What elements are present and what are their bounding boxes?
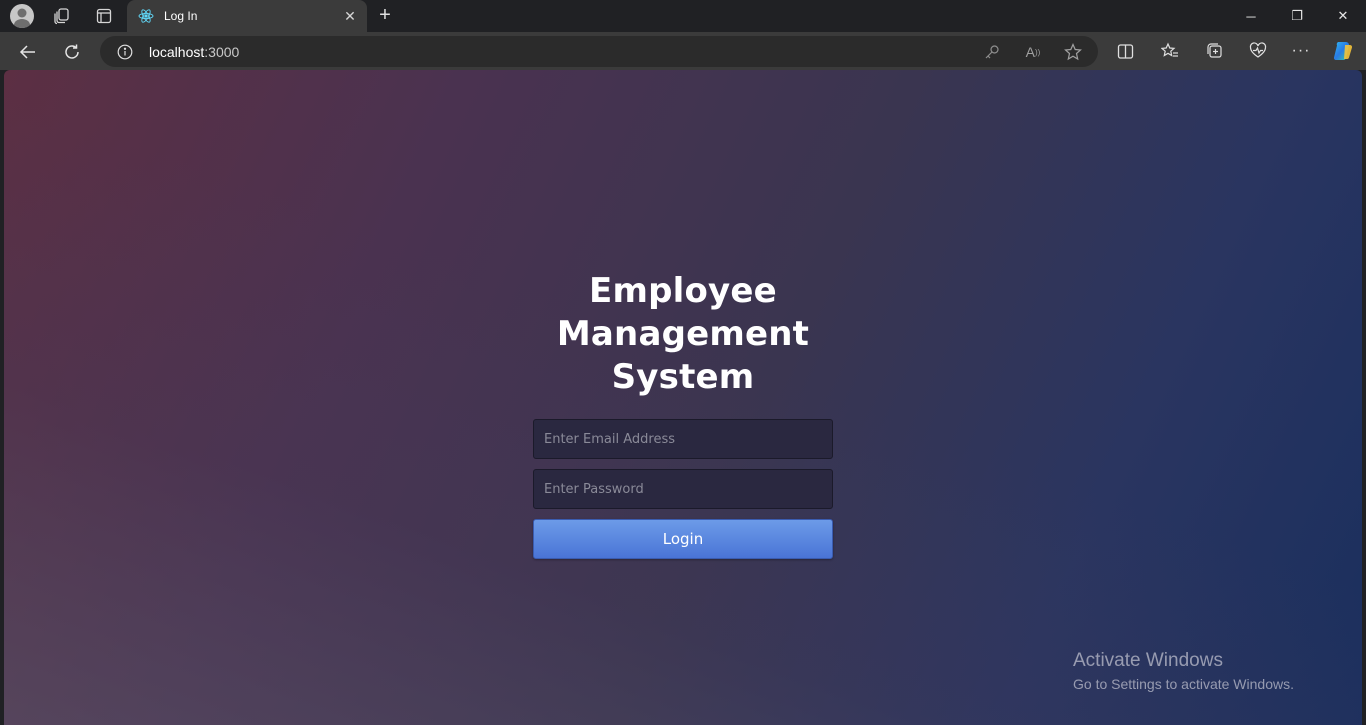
browser-titlebar: Log In ✕ + ─ ❐ ✕	[0, 0, 1366, 32]
close-window-button[interactable]: ✕	[1320, 0, 1366, 32]
url-port: :3000	[204, 44, 240, 60]
minimize-button[interactable]: ─	[1228, 0, 1274, 32]
title-line-2: Management	[556, 314, 810, 354]
title-line-3: System	[611, 357, 755, 397]
url-text[interactable]: localhost:3000	[149, 44, 239, 60]
collections-icon[interactable]	[1201, 38, 1227, 64]
site-info-icon[interactable]	[113, 40, 137, 64]
watermark-subtitle: Go to Settings to activate Windows.	[1073, 676, 1294, 692]
refresh-icon[interactable]	[59, 39, 85, 65]
tab-login[interactable]: Log In ✕	[127, 0, 367, 32]
split-screen-icon[interactable]	[1112, 38, 1138, 64]
profile-avatar-icon[interactable]	[10, 4, 34, 28]
new-tab-icon[interactable]: +	[374, 4, 396, 26]
address-bar[interactable]: localhost:3000 A))	[100, 36, 1098, 67]
email-field[interactable]	[533, 419, 833, 459]
watermark-title: Activate Windows	[1073, 650, 1223, 671]
tab-actions-icon[interactable]	[92, 4, 116, 28]
restore-button[interactable]: ❐	[1274, 0, 1320, 32]
tab-title: Log In	[164, 9, 198, 23]
more-options-icon[interactable]: ···	[1288, 38, 1314, 64]
favorites-icon[interactable]	[1157, 38, 1183, 64]
react-icon	[138, 8, 154, 24]
page-title: Employee Management System	[533, 270, 833, 399]
workspaces-icon[interactable]	[50, 4, 74, 28]
password-key-icon[interactable]	[980, 40, 1004, 64]
copilot-icon[interactable]	[1330, 38, 1356, 64]
password-field[interactable]	[533, 469, 833, 509]
back-icon[interactable]	[15, 39, 41, 65]
browser-toolbar: localhost:3000 A)) ···	[0, 32, 1366, 70]
tab-close-icon[interactable]: ✕	[341, 7, 359, 25]
page-viewport: Employee Management System Login Activat…	[4, 70, 1362, 725]
favorite-star-icon[interactable]	[1061, 40, 1085, 64]
login-form: Employee Management System Login	[533, 270, 833, 559]
title-line-1: Employee	[589, 271, 777, 311]
read-aloud-icon[interactable]: A))	[1021, 40, 1045, 64]
url-host: localhost	[149, 44, 205, 60]
browser-essentials-icon[interactable]	[1245, 38, 1271, 64]
login-button[interactable]: Login	[533, 519, 833, 559]
activate-windows-watermark: Activate Windows Go to Settings to activ…	[1073, 650, 1294, 692]
